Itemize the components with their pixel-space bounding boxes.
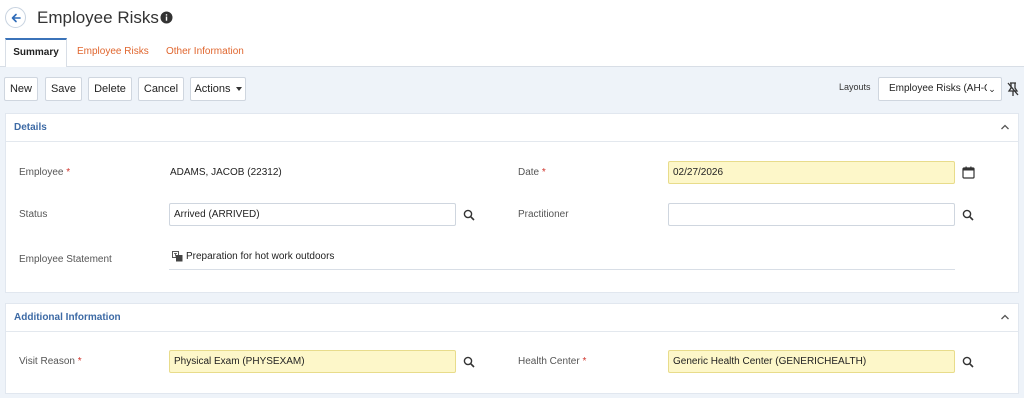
additional-information-panel-header[interactable]: Additional Information xyxy=(6,304,1018,332)
cancel-button[interactable]: Cancel xyxy=(138,77,184,101)
save-button[interactable]: Save xyxy=(45,77,82,101)
search-icon[interactable] xyxy=(463,209,475,221)
search-icon[interactable] xyxy=(463,356,475,368)
required-marker: * xyxy=(541,167,546,178)
tab-employee-risks[interactable]: Employee Risks xyxy=(67,38,159,67)
visit-reason-label: Visit Reason * xyxy=(19,356,82,367)
search-icon[interactable] xyxy=(962,209,974,221)
health-center-field[interactable]: Generic Health Center (GENERICHEALTH) xyxy=(668,350,955,373)
actions-dropdown[interactable]: Actions xyxy=(190,77,246,101)
additional-information-title: Additional Information xyxy=(14,312,121,323)
practitioner-label: Practitioner xyxy=(518,209,569,220)
back-button[interactable] xyxy=(5,7,26,28)
details-panel-header[interactable]: Details xyxy=(6,114,1018,142)
translate-icon[interactable] xyxy=(172,251,183,262)
employee-statement-value[interactable]: Preparation for hot work outdoors xyxy=(186,251,334,262)
layouts-selected-value: Employee Risks (AH-C xyxy=(889,83,992,94)
chevron-down-icon: ⌄ xyxy=(987,78,997,100)
calendar-icon[interactable] xyxy=(962,166,975,179)
practitioner-field[interactable] xyxy=(668,203,955,226)
required-marker: * xyxy=(77,356,82,367)
additional-information-panel: Additional Information xyxy=(5,303,1019,394)
layouts-select[interactable]: Employee Risks (AH-C ⌄ xyxy=(878,77,1002,101)
unpin-icon[interactable] xyxy=(1005,79,1021,99)
tab-bar: Summary Employee Risks Other Information xyxy=(0,38,1024,68)
date-label: Date * xyxy=(518,167,546,178)
chevron-up-icon[interactable] xyxy=(1000,123,1010,131)
tab-summary[interactable]: Summary xyxy=(5,38,67,68)
health-center-label: Health Center * xyxy=(518,356,587,367)
tab-other-information[interactable]: Other Information xyxy=(156,38,254,67)
details-title: Details xyxy=(14,122,47,133)
statement-underline xyxy=(169,269,955,270)
status-field[interactable]: Arrived (ARRIVED) xyxy=(169,203,456,226)
status-label: Status xyxy=(19,209,48,220)
page-header: Employee Risks xyxy=(0,0,1024,36)
employee-label: Employee * xyxy=(19,167,71,178)
info-icon[interactable] xyxy=(160,11,173,24)
delete-button[interactable]: Delete xyxy=(88,77,132,101)
employee-statement-label: Employee Statement xyxy=(19,254,112,265)
required-marker: * xyxy=(582,356,587,367)
required-marker: * xyxy=(66,167,71,178)
visit-reason-field[interactable]: Physical Exam (PHYSEXAM) xyxy=(169,350,456,373)
actions-label: Actions xyxy=(194,83,231,95)
new-button[interactable]: New xyxy=(4,77,38,101)
page-title: Employee Risks xyxy=(37,8,159,27)
search-icon[interactable] xyxy=(962,356,974,368)
arrow-left-icon xyxy=(11,13,21,22)
chevron-up-icon[interactable] xyxy=(1000,313,1010,321)
layouts-label: Layouts xyxy=(839,82,871,92)
employee-value: ADAMS, JACOB (22312) xyxy=(170,167,282,178)
date-field[interactable]: 02/27/2026 xyxy=(668,161,955,184)
caret-down-icon xyxy=(235,87,242,92)
